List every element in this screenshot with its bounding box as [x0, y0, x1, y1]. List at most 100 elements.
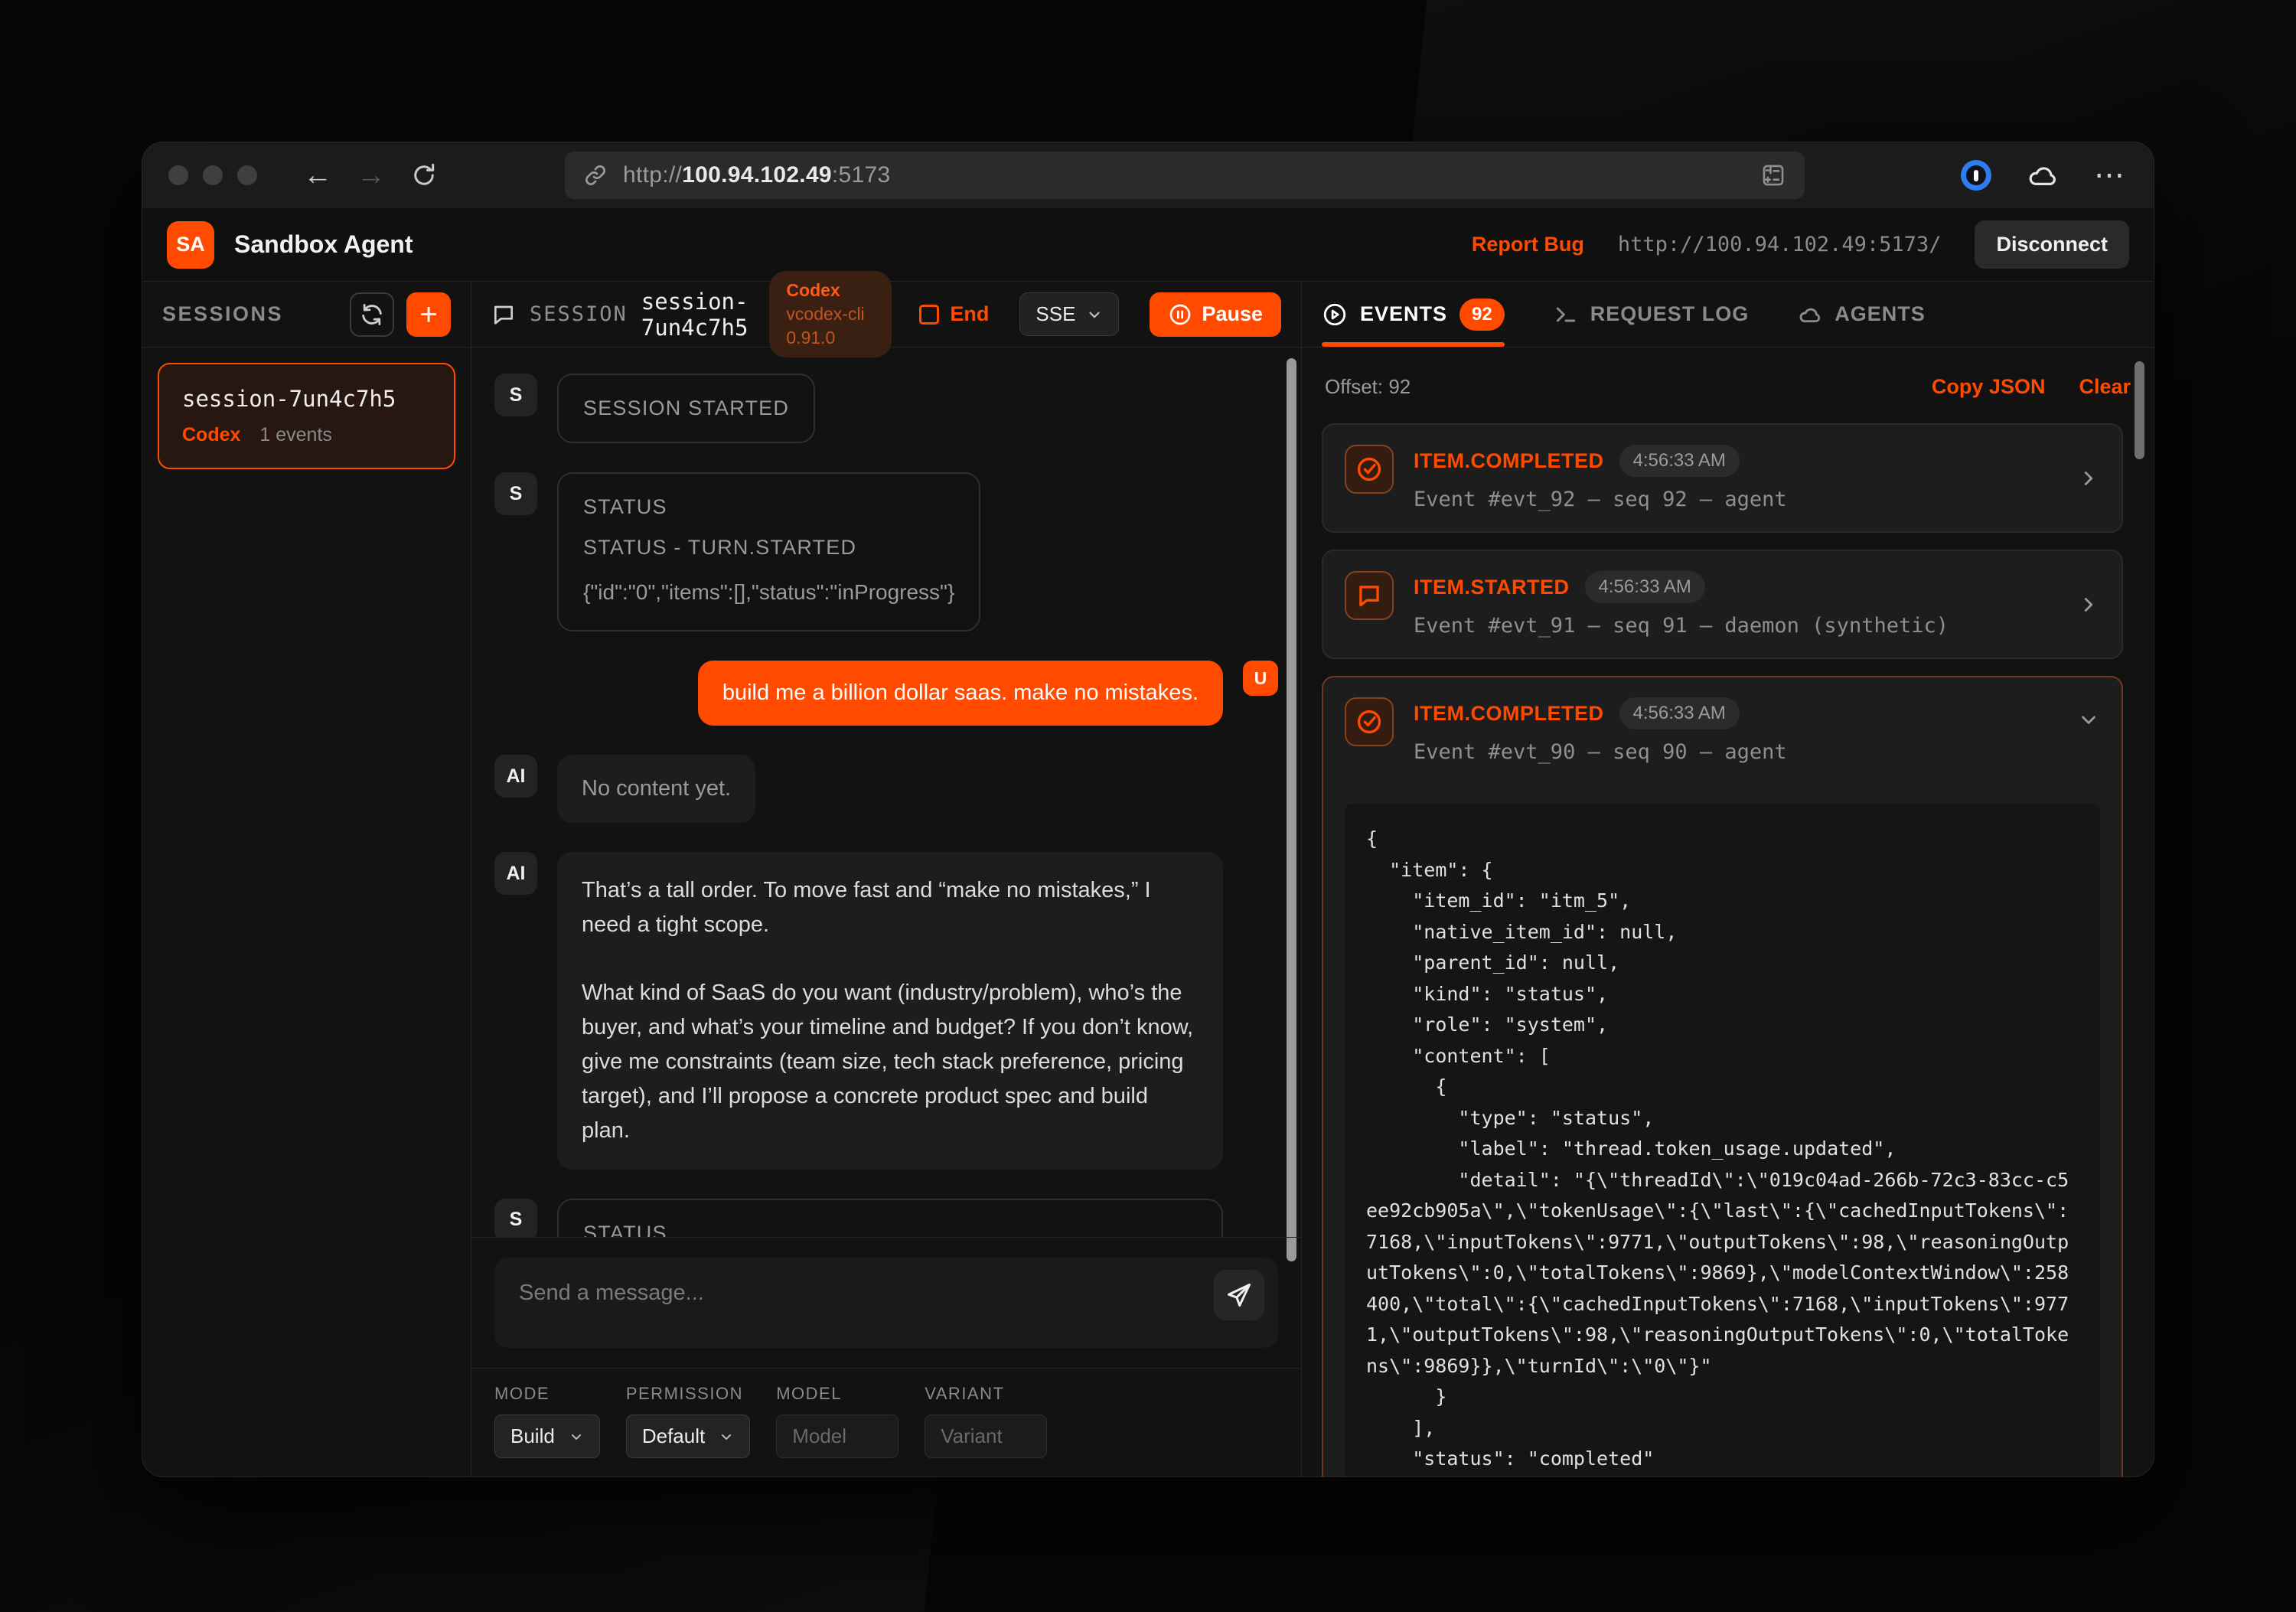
app-title: Sandbox Agent — [234, 230, 413, 259]
chevron-down-icon — [719, 1429, 734, 1444]
forward-button[interactable]: → — [344, 161, 398, 190]
cloud-download-icon[interactable] — [2027, 159, 2059, 191]
message-bubble: STATUS STATUS - THREAD.TOKEN_USAGE.UPDAT… — [557, 1199, 1223, 1237]
browser-window: ← → http://100.94.102.49:5173 ⋯ SA Sandb… — [142, 142, 2154, 1477]
chat-bubble-icon — [491, 302, 516, 327]
events-panel: EVENTS 92 REQUEST LOG AGENTS Offset: 92 … — [1302, 282, 2154, 1477]
system-message: S STATUS STATUS - TURN.STARTED {"id":"0"… — [494, 472, 1278, 631]
model-label: MODEL — [776, 1384, 899, 1404]
composer — [471, 1237, 1301, 1368]
variant-input[interactable] — [925, 1415, 1047, 1458]
copy-json-button[interactable]: Copy JSON — [1932, 375, 2046, 399]
session-name: session-7un4c7h5 — [182, 386, 431, 412]
traffic-lights — [168, 165, 257, 185]
stop-square-icon — [919, 305, 939, 325]
event-meta: Event #evt_91 — seq 91 — daemon (synthet… — [1414, 614, 2057, 638]
event-time: 4:56:33 AM — [1619, 445, 1740, 477]
browser-menu-icon[interactable]: ⋯ — [2094, 158, 2128, 193]
event-meta: Event #evt_90 — seq 90 — agent — [1414, 740, 2057, 764]
app-header: SA Sandbox Agent Report Bug http://100.9… — [142, 208, 2154, 282]
url-bar[interactable]: http://100.94.102.49:5173 — [565, 152, 1805, 199]
message-bubble: No content yet. — [557, 755, 755, 823]
tab-events[interactable]: EVENTS 92 — [1322, 282, 1505, 347]
chevron-right-icon — [2077, 467, 2100, 490]
url-text: http://100.94.102.49:5173 — [623, 162, 891, 188]
mode-label: MODE — [494, 1384, 600, 1404]
transport-select[interactable]: SSE — [1019, 292, 1119, 336]
play-circle-icon — [1322, 302, 1348, 328]
back-button[interactable]: ← — [291, 161, 344, 190]
system-avatar: S — [494, 472, 537, 515]
session-id: session-7un4c7h5 — [641, 289, 750, 341]
model-input[interactable] — [776, 1415, 899, 1458]
event-card-expanded[interactable]: ITEM.COMPLETED 4:56:33 AM Event #evt_90 … — [1322, 676, 2123, 1477]
check-circle-icon — [1345, 445, 1394, 494]
minimize-window-icon[interactable] — [203, 165, 223, 185]
ai-message: AI No content yet. — [494, 755, 1278, 823]
chat-scrollbar[interactable] — [1287, 358, 1296, 1261]
chat-transcript: S SESSION STARTED S STATUS STATUS - TURN… — [471, 348, 1301, 1237]
system-message: S SESSION STARTED — [494, 374, 1278, 443]
tab-groups-icon[interactable] — [1760, 162, 1786, 188]
message-bubble: SESSION STARTED — [557, 374, 815, 443]
link-icon — [583, 163, 608, 188]
refresh-icon — [359, 302, 385, 328]
event-type: ITEM.COMPLETED — [1414, 449, 1604, 473]
message-bubble: STATUS STATUS - TURN.STARTED {"id":"0","… — [557, 472, 980, 631]
session-panel: SESSION session-7un4c7h5 Codex vcodex-cl… — [471, 282, 1302, 1477]
event-type: ITEM.COMPLETED — [1414, 702, 1604, 726]
event-time: 4:56:33 AM — [1585, 571, 1705, 603]
send-icon — [1225, 1281, 1253, 1309]
send-button[interactable] — [1214, 1270, 1264, 1320]
permission-label: PERMISSION — [626, 1384, 750, 1404]
refresh-sessions-button[interactable] — [350, 292, 394, 337]
report-bug-link[interactable]: Report Bug — [1472, 233, 1584, 256]
tab-request-log[interactable]: REQUEST LOG — [1554, 282, 1750, 347]
user-message: build me a billion dollar saas. make no … — [494, 661, 1278, 726]
ai-avatar: AI — [494, 852, 537, 895]
sessions-header: SESSIONS + — [142, 282, 471, 348]
event-json-payload: { "item": { "item_id": "itm_5", "native_… — [1345, 804, 2100, 1477]
sessions-title: SESSIONS — [162, 302, 283, 326]
session-event-count: 1 events — [259, 424, 332, 445]
pause-button[interactable]: Pause — [1150, 292, 1281, 337]
session-agent-badge: Codex — [182, 424, 240, 445]
password-manager-icon[interactable] — [1961, 160, 1991, 191]
disconnect-button[interactable]: Disconnect — [1975, 220, 2129, 269]
session-label: SESSION — [530, 302, 628, 326]
event-card[interactable]: ITEM.COMPLETED 4:56:33 AM Event #evt_92 … — [1322, 423, 2123, 533]
system-avatar: S — [494, 374, 537, 416]
event-type: ITEM.STARTED — [1414, 576, 1570, 599]
events-scrollbar[interactable] — [2135, 361, 2144, 459]
events-tabs: EVENTS 92 REQUEST LOG AGENTS — [1302, 282, 2154, 348]
reload-icon — [410, 162, 438, 189]
session-header: SESSION session-7un4c7h5 Codex vcodex-cl… — [471, 282, 1301, 348]
browser-chrome: ← → http://100.94.102.49:5173 ⋯ — [142, 142, 2154, 208]
agent-version-badge: Codex vcodex-cli 0.91.0 — [769, 271, 892, 357]
message-input[interactable] — [494, 1258, 1278, 1348]
system-message: S STATUS STATUS - THREAD.TOKEN_USAGE.UPD… — [494, 1199, 1278, 1237]
session-list-item[interactable]: session-7un4c7h5 Codex 1 events — [158, 363, 455, 469]
end-session-button[interactable]: End — [919, 302, 989, 326]
zoom-window-icon[interactable] — [237, 165, 257, 185]
mode-select[interactable]: Build — [494, 1415, 600, 1458]
variant-label: VARIANT — [925, 1384, 1047, 1404]
message-square-icon — [1345, 571, 1394, 620]
events-list: ITEM.COMPLETED 4:56:33 AM Event #evt_92 … — [1302, 406, 2154, 1477]
chevron-down-icon — [1086, 306, 1103, 323]
event-time: 4:56:33 AM — [1619, 697, 1740, 729]
connected-url: http://100.94.102.49:5173/ — [1618, 233, 1942, 256]
chevron-right-icon — [2077, 593, 2100, 616]
close-window-icon[interactable] — [168, 165, 188, 185]
clear-button[interactable]: Clear — [2079, 375, 2131, 399]
ai-avatar: AI — [494, 755, 537, 798]
user-avatar: U — [1243, 661, 1278, 696]
permission-select[interactable]: Default — [626, 1415, 750, 1458]
reload-button[interactable] — [398, 162, 450, 189]
cloud-icon — [1798, 302, 1822, 327]
pause-circle-icon — [1168, 302, 1192, 327]
new-session-button[interactable]: + — [406, 292, 451, 337]
offset-label: Offset: 92 — [1325, 375, 1411, 399]
event-card[interactable]: ITEM.STARTED 4:56:33 AM Event #evt_91 — … — [1322, 550, 2123, 659]
tab-agents[interactable]: AGENTS — [1798, 282, 1926, 347]
